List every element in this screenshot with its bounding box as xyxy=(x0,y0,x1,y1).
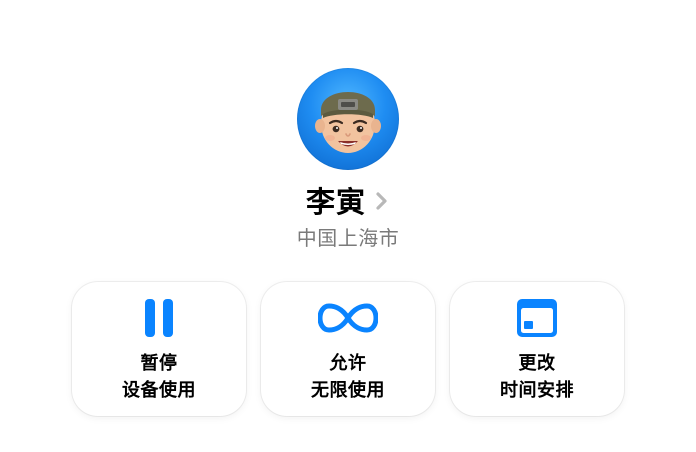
pause-device-card[interactable]: 暂停 设备使用 xyxy=(72,282,246,416)
profile-name: 李寅 xyxy=(305,185,366,219)
profile-name-row[interactable]: 李寅 xyxy=(0,182,696,222)
profile-section: 李寅 中国上海市 xyxy=(0,0,696,270)
change-schedule-card[interactable]: 更改 时间安排 xyxy=(450,282,624,416)
profile-location: 中国上海市 xyxy=(296,226,400,250)
allow-unlimited-label-line1: 允许 xyxy=(329,353,367,374)
pause-icon xyxy=(72,297,246,339)
memoji-avatar[interactable] xyxy=(297,68,399,170)
calendar-window-icon xyxy=(450,297,624,339)
allow-unlimited-label: 允许 无限使用 xyxy=(261,350,435,404)
change-schedule-label-line1: 更改 xyxy=(518,353,556,374)
allow-unlimited-card[interactable]: 允许 无限使用 xyxy=(261,282,435,416)
change-schedule-label-line2: 时间安排 xyxy=(500,380,574,401)
infinity-icon xyxy=(261,297,435,339)
avatar-image xyxy=(315,92,381,153)
chevron-right-icon xyxy=(376,192,387,210)
pause-device-label-line1: 暂停 xyxy=(140,353,178,374)
quick-actions: 暂停 设备使用 允许 无限使用 更改 时间安排 xyxy=(0,282,696,422)
allow-unlimited-label-line2: 无限使用 xyxy=(311,380,385,401)
change-schedule-label: 更改 时间安排 xyxy=(450,350,624,404)
pause-device-label: 暂停 设备使用 xyxy=(72,350,246,404)
pause-device-label-line2: 设备使用 xyxy=(122,380,196,401)
